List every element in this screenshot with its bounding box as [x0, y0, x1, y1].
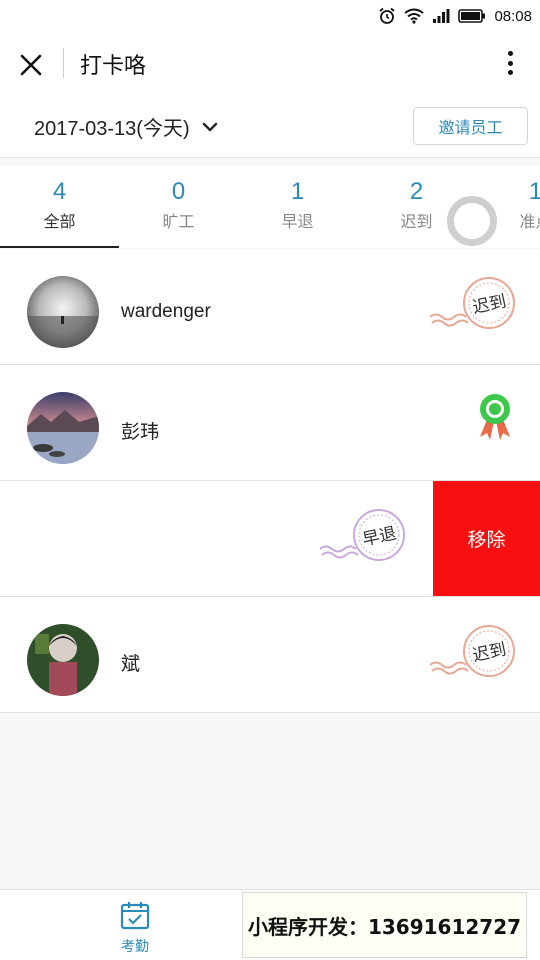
calendar-check-icon: [120, 902, 150, 930]
member-name: 斌: [121, 654, 141, 675]
filter-tabs: 4 全部 0 旷工 1 早退 2 迟到 1 准点: [0, 166, 540, 248]
loading-spinner: [447, 196, 497, 246]
member-name: 彭玮: [121, 422, 160, 443]
nav-divider: [63, 48, 64, 78]
close-button[interactable]: [14, 48, 48, 82]
tab-count: 0: [171, 178, 186, 205]
tab-all[interactable]: 4 全部: [0, 166, 119, 248]
late-stamp-icon: 迟到: [430, 277, 515, 329]
remove-button[interactable]: 移除: [433, 481, 540, 596]
tab-count: 4: [52, 178, 67, 205]
alarm-icon: [379, 7, 396, 24]
late-stamp-icon: 迟到: [430, 625, 515, 677]
status-bar: 08:08: [0, 0, 540, 32]
chevron-down-icon: [202, 122, 217, 131]
stamp-text: 迟到: [471, 292, 508, 319]
battery-icon: [458, 9, 486, 23]
tab-early-leave[interactable]: 1 早退: [238, 166, 357, 248]
close-icon: [20, 54, 42, 76]
avatar: [27, 276, 99, 348]
nav-bar: 打卡咯: [0, 32, 540, 94]
stamp-text: 迟到: [471, 640, 508, 667]
list-item-content: wardenger 迟到: [0, 249, 540, 364]
status-icons: 08:08: [378, 6, 532, 26]
member-name: wardenger: [121, 301, 211, 322]
tab-attendance[interactable]: 考勤: [100, 900, 170, 956]
tab-label: 全部: [43, 212, 76, 231]
tab-attendance-label: 考勤: [121, 939, 149, 955]
list-item[interactable]: 彭玮: [0, 365, 540, 481]
date-row: 2017-03-13(今天) 邀请员工: [0, 94, 540, 158]
tab-absent[interactable]: 0 旷工: [119, 166, 238, 248]
list-item[interactable]: wardenger 迟到: [0, 249, 540, 365]
tab-underline: [0, 246, 119, 248]
invite-employee-button[interactable]: 邀请员工: [413, 107, 528, 145]
signal-icon: [433, 9, 450, 23]
list-item-content: 彭玮: [0, 365, 540, 480]
more-button[interactable]: [500, 48, 520, 78]
wifi-icon: [404, 8, 425, 24]
more-vertical-icon: [507, 60, 513, 66]
tab-count: 1: [290, 178, 305, 205]
bottom-tab-bar: 考勤 小程序开发：13691612727: [0, 889, 540, 960]
list-item[interactable]: karl 早退 移除: [0, 481, 540, 597]
date-picker[interactable]: 2017-03-13(今天): [34, 112, 218, 141]
stamp-text: 早退: [361, 524, 398, 551]
avatar: [27, 624, 99, 696]
tab-label: 旷工: [162, 212, 195, 231]
page-title: 打卡咯: [80, 54, 147, 79]
early-leave-stamp-icon: 早退: [320, 509, 405, 561]
list-item-content: karl 早退: [0, 481, 434, 596]
list-item[interactable]: 斌 迟到: [0, 597, 540, 713]
award-badge-icon: [480, 394, 510, 440]
tab-label: 早退: [281, 212, 314, 231]
more-vertical-icon: [507, 70, 513, 75]
ad-banner: 小程序开发：13691612727: [242, 892, 527, 958]
list-item-content: 斌 迟到: [0, 597, 540, 712]
member-list: wardenger 迟到 彭玮 早退 移除 斌 迟到: [0, 249, 540, 713]
date-text: 2017-03-13(今天): [34, 118, 190, 140]
avatar: [27, 392, 99, 464]
more-vertical-icon: [507, 51, 513, 56]
status-time: 08:08: [494, 7, 532, 25]
